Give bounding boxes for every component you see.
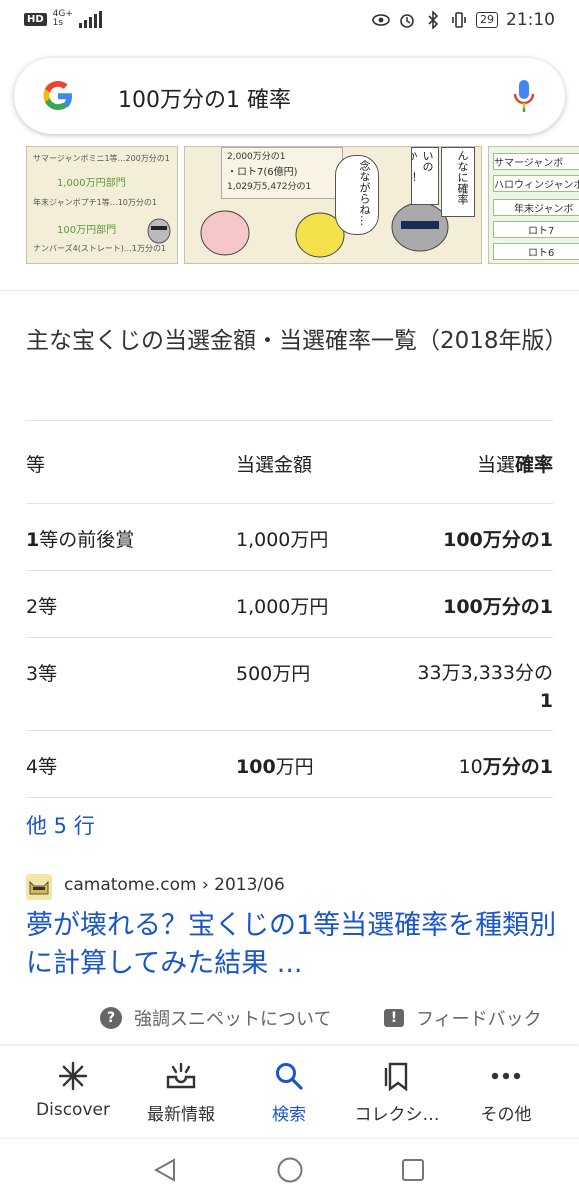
table-cell: 500万円	[236, 663, 311, 685]
nav-updates[interactable]: 最新情報	[126, 1046, 236, 1138]
manga-characters-icon	[200, 202, 449, 258]
manga-image-1[interactable]: サマージャンボミニ1等…200万分の1 1,000万円部門 年末ジャンボプチ1等…	[26, 146, 178, 264]
table-cell: 10万分の1	[458, 756, 553, 778]
vibrate-icon	[450, 11, 468, 29]
table-cell: 1,000万円	[236, 529, 329, 551]
eye-comfort-icon	[372, 11, 390, 29]
table-row: 1等の前後賞 1,000万円 100万分の1	[26, 503, 553, 570]
microphone-icon[interactable]	[513, 78, 535, 114]
battery-icon: 29	[476, 12, 498, 28]
more-rows-link[interactable]: 他 5 行	[26, 810, 95, 840]
about-snippet-button[interactable]: ? 強調スニペットについて	[100, 1005, 331, 1031]
column-header: 当選金額	[236, 454, 313, 476]
collections-icon	[342, 1060, 452, 1092]
back-icon[interactable]	[152, 1157, 178, 1183]
table-cell: 2等	[26, 596, 58, 618]
snippet-table: 等 当選金額 当選確率 1等の前後賞 1,000万円 100万分の1 2等 1,…	[26, 420, 553, 798]
nav-search[interactable]: 検索	[234, 1046, 344, 1138]
table-cell: 33万3,333分の1	[417, 662, 553, 712]
search-input[interactable]: 100万分の1 確率	[118, 82, 291, 114]
home-icon[interactable]	[276, 1156, 304, 1184]
nav-discover[interactable]: Discover	[18, 1046, 128, 1138]
result-source[interactable]: camatome.com › 2013/06	[64, 875, 285, 895]
site-favicon-icon	[26, 874, 52, 900]
table-cell: 1等の前後賞	[26, 529, 135, 551]
table-row: 3等 500万円 33万3,333分の1	[26, 637, 553, 730]
system-navigation-bar	[0, 1138, 579, 1201]
image-carousel[interactable]: サマージャンボミニ1等…200万分の1 1,000万円部門 年末ジャンボプチ1等…	[0, 146, 579, 264]
feedback-button[interactable]: ! フィードバック	[384, 1005, 542, 1031]
column-header: 当選確率	[476, 454, 553, 476]
more-dots-icon	[451, 1060, 561, 1092]
bottom-navigation: Discover 最新情報 検索 コレクシ… その他	[0, 1046, 579, 1138]
status-right: 29 21:10	[372, 10, 555, 30]
hd-indicator: HD	[24, 12, 47, 26]
signal-icon	[78, 10, 102, 28]
status-left: HD 4G+ 1s	[24, 10, 102, 28]
google-logo-icon[interactable]	[40, 78, 76, 114]
manga-image-3[interactable]: サマージャンボ ハロウィンジャンボ 年末ジャンボ ロト7 ロト6	[488, 146, 579, 264]
table-cell: 1,000万円	[236, 596, 329, 618]
feedback-icon: !	[384, 1009, 404, 1027]
table-cell: 100万円	[236, 756, 314, 778]
snippet-title: 主な宝くじの当選金額・当選確率一覧（2018年版）	[26, 328, 568, 354]
feedback-label: フィードバック	[416, 1009, 542, 1030]
nav-more[interactable]: その他	[451, 1046, 561, 1138]
clock: 21:10	[506, 10, 555, 30]
column-header: 等	[26, 454, 46, 476]
divider	[0, 290, 579, 291]
asterisk-icon	[18, 1060, 128, 1092]
about-snippet-label: 強調スニペットについて	[134, 1009, 332, 1030]
manga-image-2[interactable]: 2,000万分の1 ・ロト7(6億円) 1,029万5,472分の1 念ながらね…	[184, 146, 482, 264]
table-header-row: 等 当選金額 当選確率	[26, 420, 553, 503]
table-cell: 4等	[26, 756, 58, 778]
cat-illustration-icon	[147, 218, 171, 244]
help-icon: ?	[100, 1007, 122, 1029]
table-row: 4等 100万円 10万分の1	[26, 730, 553, 798]
updates-tray-icon	[126, 1060, 236, 1092]
alarm-icon	[398, 11, 416, 29]
result-title-link[interactable]: 夢が壊れる？宝くじの1等当選確率を種類別に計算してみた結果 ...	[26, 907, 566, 983]
table-cell: 3等	[26, 663, 58, 685]
recents-icon[interactable]	[400, 1157, 426, 1183]
table-cell: 100万分の1	[443, 529, 553, 551]
search-icon	[234, 1060, 344, 1092]
status-bar: HD 4G+ 1s 29 21:10	[0, 0, 579, 44]
table-row: 2等 1,000万円 100万分の1	[26, 570, 553, 637]
network-type: 4G+ 1s	[52, 9, 73, 28]
search-bar[interactable]: 100万分の1 確率	[14, 58, 565, 134]
table-cell: 100万分の1	[443, 596, 553, 618]
nav-collections[interactable]: コレクシ…	[342, 1046, 452, 1138]
bluetooth-icon	[424, 11, 442, 29]
